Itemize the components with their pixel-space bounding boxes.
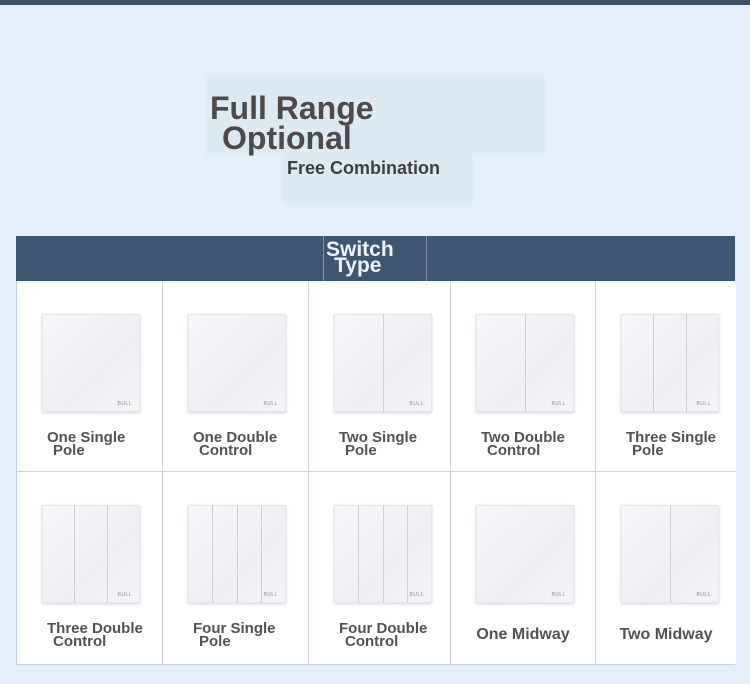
switch-panel-image: BULL (42, 505, 140, 603)
switch-grid: BULL One Single Pole BULL One Double Control B… (16, 281, 736, 665)
switch-gang (653, 314, 686, 412)
switch-gang (211, 505, 237, 603)
switch-gang (42, 314, 140, 412)
switch-type-table: Switch Type BULL One Single Pole BULL One Do… (16, 236, 736, 665)
switch-panel-image: BULL (476, 314, 574, 412)
switch-gang (382, 314, 433, 412)
switch-gang (74, 505, 107, 603)
switch-option-card[interactable]: BULL Two Single Pole (309, 281, 451, 472)
switch-option-card[interactable]: BULL Four Single Pole (163, 472, 309, 664)
switch-gang (107, 505, 140, 603)
switch-gang (188, 314, 286, 412)
switch-gang (42, 505, 74, 603)
switch-gang (334, 314, 383, 412)
switch-option-card[interactable]: BULL One Double Control (163, 281, 309, 472)
switch-label-line1: One Midway (476, 626, 570, 643)
switch-gang (382, 505, 408, 603)
brand-logo-icon: BULL (551, 401, 566, 407)
switch-gang (188, 505, 212, 603)
switch-option-label: One Single Pole (17, 430, 162, 458)
switch-option-label: Four Double Control (309, 621, 450, 650)
switch-option-label: Two Single Pole (309, 430, 450, 458)
switch-gang (686, 314, 719, 412)
switch-option-label: Four Single Pole (163, 621, 308, 649)
section-banner: Switch Type (16, 236, 735, 281)
brand-logo-icon: BULL (263, 401, 278, 407)
switch-option-card[interactable]: BULL One Midway (451, 472, 596, 664)
switch-option-label: Two Double Control (451, 430, 595, 459)
switch-gang (236, 505, 262, 603)
switch-gang (476, 505, 574, 603)
switch-panel-image: BULL (621, 505, 719, 603)
section-title-line2: Type (334, 254, 382, 277)
brand-logo-icon: BULL (263, 592, 278, 598)
section-title: Switch Type (326, 239, 426, 277)
brand-logo-icon: BULL (551, 592, 566, 598)
switch-panel-image: BULL (476, 505, 574, 603)
switch-gang (476, 314, 525, 412)
brand-logo-icon: BULL (696, 401, 711, 407)
switch-panel-image: BULL (42, 314, 140, 412)
switch-option-label: Three Double Control (17, 621, 162, 650)
switch-panel-image: BULL (188, 505, 286, 603)
brand-logo-icon: BULL (117, 592, 132, 598)
switch-gang (357, 505, 383, 603)
switch-panel-image: BULL (621, 314, 719, 412)
hero-subtitle: Free Combination (287, 158, 441, 178)
hero: Full Range Optional Free Combination (205, 75, 550, 205)
switch-option-card[interactable]: BULL Four Double Control (309, 472, 451, 664)
switch-gang (621, 314, 653, 412)
switch-option-label: One Midway (451, 626, 595, 643)
switch-gang (407, 505, 432, 603)
switch-label-line2: Control (199, 442, 253, 459)
hero-title: Full Range Optional (210, 90, 374, 156)
switch-panel-image: BULL (334, 314, 432, 412)
switch-option-label: Three Single Pole (596, 430, 736, 458)
switch-option-card[interactable]: BULL Two Double Control (451, 281, 596, 472)
switch-option-card[interactable]: BULL One Single Pole (17, 281, 163, 472)
switch-option-card[interactable]: BULL Three Double Control (17, 472, 163, 664)
switch-option-card[interactable]: BULL Three Single Pole (596, 281, 736, 472)
hero-title-line1: Full Range (210, 90, 374, 126)
brand-logo-icon: BULL (117, 401, 132, 407)
switch-option-card[interactable]: BULL Two Midway (596, 472, 736, 664)
switch-gang (524, 314, 575, 412)
switch-gang (621, 505, 670, 603)
switch-option-label: One Double Control (163, 430, 308, 459)
hero-title-line2: Optional (222, 120, 352, 156)
switch-label-line2: Control (53, 633, 107, 650)
switch-gang (261, 505, 286, 603)
brand-logo-icon: BULL (696, 592, 711, 598)
switch-panel-image: BULL (334, 505, 432, 603)
top-bar (0, 0, 750, 5)
brand-logo-icon: BULL (409, 592, 424, 598)
switch-option-label: Two Midway (596, 626, 736, 643)
switch-label-line2: Control (345, 633, 399, 650)
switch-gang (669, 505, 720, 603)
switch-gang (334, 505, 358, 603)
switch-panel-image: BULL (188, 314, 286, 412)
switch-label-line1: Two Midway (619, 626, 713, 643)
switch-label-line2: Control (487, 442, 541, 459)
brand-logo-icon: BULL (409, 401, 424, 407)
